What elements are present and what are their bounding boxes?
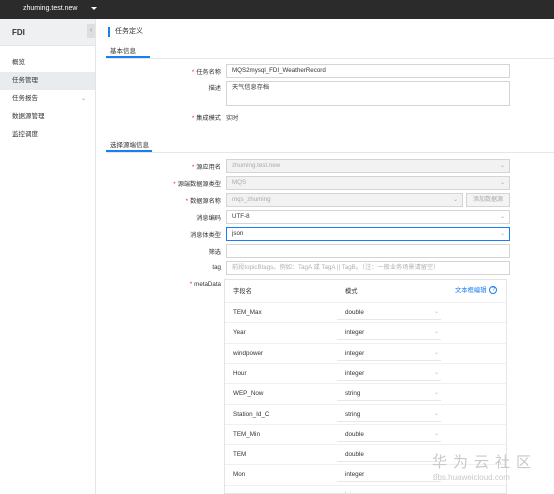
add-datasource-button[interactable]: 添加数据源 — [466, 193, 510, 207]
field-type-select[interactable]: integer⌄ — [337, 347, 441, 361]
basic-info-heading: 基本信息 — [106, 45, 150, 58]
task-name-label: * 任务名称 — [191, 69, 221, 76]
table-row: windpower integer ⌄ — [225, 342, 506, 363]
field-type-select[interactable]: integer⌄ — [337, 468, 441, 483]
help-icon[interactable]: ? — [489, 286, 498, 295]
sidebar-item-overview[interactable]: 概览 — [0, 54, 95, 72]
chevron-down-icon: ⌄ — [433, 390, 439, 397]
field-type-select[interactable]: integer⌄ — [337, 367, 441, 381]
source-type-label: * 源端数据源类型 — [173, 181, 221, 188]
chevron-down-icon: ⌄ — [80, 96, 86, 102]
table-row: WEP_Now string ⌄ — [225, 383, 506, 403]
encoding-select[interactable]: UTF-8 ⌄ — [226, 210, 510, 224]
field-type-select[interactable]: double ⌄ — [337, 306, 441, 320]
sidebar-item-task-management[interactable]: 任务管理 — [0, 72, 95, 90]
watermark-cn: 华为云社区 — [432, 453, 538, 471]
field-type-select[interactable]: double ⌄ — [337, 428, 441, 442]
field-type-select[interactable]: string ⌄ — [337, 408, 441, 422]
field-name-cell: TEM — [233, 451, 247, 459]
sidebar-item-task-report[interactable]: 任务报告 ⌄ — [0, 90, 95, 108]
field-type-select[interactable]: integer⌄ — [337, 326, 441, 341]
tag-input[interactable]: 前段topicBtags。例如：TagA 或 TagA || TagB。（注：一… — [226, 261, 510, 275]
main-content: 任务定义 基本信息 * 任务名称 MQS2mysql_FDI_WeatherRec… — [96, 19, 554, 494]
sidebar-brand: FDI ‹ — [0, 19, 95, 46]
source-type-select: MQS ⌄ — [226, 176, 510, 190]
field-type-select[interactable]: string ⌄ — [337, 387, 441, 402]
filter-label: 筛选 — [208, 249, 221, 256]
column-header-field-name: 字段名 — [233, 288, 252, 295]
sidebar-item-monitoring[interactable]: 监控调度 — [0, 126, 95, 144]
sidebar-collapse-icon[interactable]: ‹ — [87, 24, 95, 38]
field-name-cell: Station_Id_C — [233, 410, 270, 418]
source-app-label: * 源应用名 — [191, 164, 221, 171]
field-name-cell: TEM_Max — [233, 309, 262, 316]
table-row: TEM_Min double ⌄ — [225, 423, 506, 444]
text-edit-link[interactable]: 文本框编辑? — [455, 285, 498, 295]
metadata-table-header: 字段名 模式 文本框编辑? — [225, 280, 506, 302]
table-row: Station_Id_C string ⌄ — [225, 403, 506, 424]
description-textarea[interactable]: 天气信息存档 — [226, 81, 510, 106]
body-type-label: 消息体类型 — [190, 232, 221, 239]
field-type-select[interactable]: integer⌄ — [337, 489, 441, 493]
source-app-select: zhuming.test.new ⌄ — [226, 159, 510, 173]
chevron-down-icon: ⌄ — [499, 214, 505, 220]
watermark-url: bbs.huaweicloud.com — [433, 473, 510, 482]
encoding-label: 消息编码 — [196, 215, 221, 222]
chevron-down-icon: ⌄ — [433, 309, 439, 315]
field-name-cell: Mon — [233, 471, 246, 479]
top-bar: zhuming.test.new — [0, 0, 554, 19]
chevron-down-icon: ⌄ — [433, 369, 439, 376]
table-row: TEM_Max double ⌄ — [225, 302, 506, 322]
account-name[interactable]: zhuming.test.new — [23, 5, 77, 12]
integration-mode-value: 实时 — [226, 115, 239, 122]
field-name-cell: WEP_Now — [233, 390, 264, 398]
app-name: FDI — [12, 28, 25, 37]
column-header-mode: 模式 — [345, 288, 358, 295]
field-type-select[interactable]: double ⌄ — [337, 448, 441, 463]
metadata-label: * metaData — [189, 281, 221, 288]
chevron-down-icon: ⌄ — [433, 349, 439, 356]
tag-label: tag — [212, 264, 221, 271]
table-row: Hour integer ⌄ — [225, 362, 506, 383]
datasource-name-select: mqs_zhuming ⌄ — [226, 193, 463, 207]
chevron-down-icon: ⌄ — [433, 430, 439, 437]
field-name-cell: Year — [233, 329, 246, 337]
chevron-down-icon: ⌄ — [433, 410, 439, 417]
sidebar: FDI ‹ 概览 任务管理 任务报告 ⌄ 数据源管理 监控调度 — [0, 19, 96, 494]
body-type-select[interactable]: json ⌄ — [226, 227, 510, 241]
watermark: 华为云社区 bbs.huaweicloud.com — [428, 451, 554, 482]
description-label: 描述 — [208, 85, 221, 92]
chevron-down-icon: ⌄ — [434, 489, 439, 493]
field-name-cell: Hour — [233, 369, 247, 377]
chevron-down-icon: ⌄ — [499, 231, 505, 237]
datasource-name-label: * 数据源名称 — [185, 198, 221, 205]
chevron-down-icon: ⌄ — [499, 180, 505, 186]
chevron-down-icon: ⌄ — [433, 329, 439, 336]
filter-input[interactable] — [226, 244, 510, 258]
chevron-down-icon: ⌄ — [452, 197, 458, 203]
page-title: 任务定义 — [108, 27, 143, 37]
sidebar-item-datasource-management[interactable]: 数据源管理 — [0, 108, 95, 126]
field-name-cell: windpower — [233, 349, 264, 357]
table-row: integer⌄ — [225, 484, 506, 493]
table-row: Year integer ⌄ — [225, 322, 506, 342]
source-info-heading: 选择源端信息 — [106, 139, 152, 152]
integration-mode-label: * 集成模式 — [191, 115, 221, 122]
chevron-down-icon: ⌄ — [499, 163, 505, 169]
account-dropdown-icon[interactable] — [91, 7, 97, 10]
task-name-input[interactable]: MQS2mysql_FDI_WeatherRecord — [226, 64, 510, 78]
field-name-cell: TEM_Min — [233, 430, 260, 438]
